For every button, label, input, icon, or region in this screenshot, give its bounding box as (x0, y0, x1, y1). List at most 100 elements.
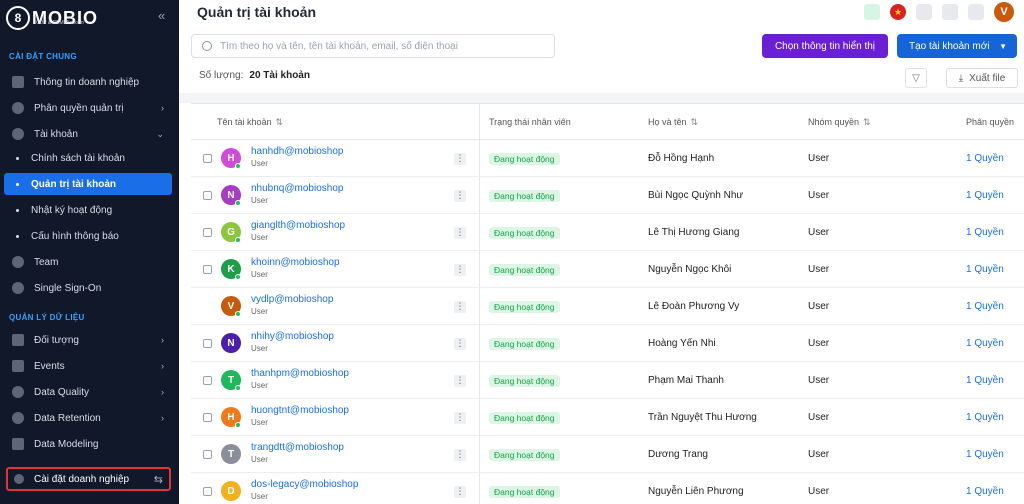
permission-link[interactable]: 1 Quyền (966, 227, 1004, 238)
row-checkbox[interactable] (203, 413, 212, 422)
sidebar-item-admin-roles[interactable]: Phân quyền quản trị › (4, 97, 172, 119)
full-name: Lê Đoàn Phương Vy (648, 301, 740, 312)
sidebar-item-objects[interactable]: Đối tượng › (4, 329, 172, 351)
username-link[interactable]: nhihy@mobioshop (251, 331, 334, 342)
username-link[interactable]: thanhpm@mobioshop (251, 368, 349, 379)
table-row[interactable]: H huongtnt@mobioshop User ⋮ Đang hoạt độ… (191, 399, 1024, 436)
sidebar-item-data-retention[interactable]: Data Retention › (4, 407, 172, 429)
table-row[interactable]: G gianglth@mobioshop User ⋮ Đang hoạt độ… (191, 214, 1024, 251)
row-checkbox[interactable] (203, 154, 212, 163)
table-row[interactable]: D dos-legacy@mobioshop User ⋮ Đang hoạt … (191, 473, 1024, 504)
sidebar-subitem-notify-config[interactable]: Cấu hình thông báo (4, 225, 172, 247)
table-row[interactable]: N nhihy@mobioshop User ⋮ Đang hoạt động … (191, 325, 1024, 362)
permission-link[interactable]: 1 Quyền (966, 338, 1004, 349)
chevron-right-icon: › (161, 413, 164, 423)
book-icon[interactable] (916, 4, 932, 20)
logo-icon: 8 (6, 6, 30, 30)
permission-link[interactable]: 1 Quyền (966, 412, 1004, 423)
user-role: User (251, 159, 268, 168)
column-group[interactable]: Nhóm quyền ⇅ (808, 117, 871, 128)
table-row[interactable]: H hanhdh@mobioshop User ⋮ Đang hoạt động… (191, 140, 1024, 177)
row-checkbox[interactable] (203, 191, 212, 200)
row-checkbox[interactable] (203, 376, 212, 385)
row-checkbox[interactable] (203, 265, 212, 274)
username-link[interactable]: huongtnt@mobioshop (251, 405, 349, 416)
user-avatar[interactable]: V (994, 2, 1014, 22)
username-link[interactable]: trangdtt@mobioshop (251, 442, 344, 453)
database-icon (12, 334, 24, 346)
full-name: Trần Nguyệt Thu Hương (648, 412, 757, 423)
logo[interactable]: 8 MOBIO (6, 6, 98, 30)
more-options-icon[interactable]: ⋮ (454, 375, 466, 387)
row-checkbox[interactable] (203, 450, 212, 459)
more-options-icon[interactable]: ⋮ (454, 338, 466, 350)
username-link[interactable]: dos-legacy@mobioshop (251, 479, 358, 490)
more-options-icon[interactable]: ⋮ (454, 486, 466, 498)
user-role: User (251, 233, 268, 242)
chevron-right-icon: › (161, 387, 164, 397)
permission-link[interactable]: 1 Quyền (966, 264, 1004, 275)
permission-link[interactable]: 1 Quyền (966, 449, 1004, 460)
permission-link[interactable]: 1 Quyền (966, 301, 1004, 312)
create-account-button[interactable]: Tạo tài khoản mới ▼ (897, 34, 1017, 58)
table-row[interactable]: T trangdtt@mobioshop User ⋮ Đang hoạt độ… (191, 436, 1024, 473)
sidebar-subitem-account-admin[interactable]: Quản trị tài khoản (4, 173, 172, 195)
column-permission: Phân quyền (966, 117, 1015, 127)
sidebar-item-label: Data Quality (34, 386, 90, 398)
more-options-icon[interactable]: ⋮ (454, 153, 466, 165)
more-options-icon[interactable]: ⋮ (454, 412, 466, 424)
help-icon[interactable] (942, 4, 958, 20)
retention-icon (12, 412, 24, 424)
company-settings-switch[interactable]: Cài đặt doanh nghiệp ⇆ (6, 467, 171, 491)
table-row[interactable]: N nhubnq@mobioshop User ⋮ Đang hoạt động… (191, 177, 1024, 214)
username-link[interactable]: hanhdh@mobioshop (251, 146, 343, 157)
user-role: User (251, 381, 268, 390)
more-options-icon[interactable]: ⋮ (454, 449, 466, 461)
username-link[interactable]: khoinn@mobioshop (251, 257, 340, 268)
permission-group: User (808, 412, 830, 423)
sidebar-item-label: Quản trị tài khoản (31, 178, 117, 190)
filter-button[interactable]: ▽ (905, 68, 927, 88)
username-link[interactable]: vydlp@mobioshop (251, 294, 333, 305)
sidebar-item-data-quality[interactable]: Data Quality › (4, 381, 172, 403)
permission-link[interactable]: 1 Quyền (966, 190, 1004, 201)
table-row[interactable]: T thanhpm@mobioshop User ⋮ Đang hoạt độn… (191, 362, 1024, 399)
permission-link[interactable]: 1 Quyền (966, 375, 1004, 386)
table-row[interactable]: K khoinn@mobioshop User ⋮ Đang hoạt động… (191, 251, 1024, 288)
sidebar-subitem-activity-log[interactable]: Nhật ký hoạt động (4, 199, 172, 221)
collapse-sidebar-icon[interactable]: « (158, 8, 165, 23)
app-switch-icon[interactable] (864, 4, 880, 20)
sidebar: 8 MOBIO CDP & CEM Platform « CÀI ĐẶT CHU… (0, 0, 179, 504)
choose-display-button[interactable]: Chọn thông tin hiển thị (762, 34, 888, 58)
row-checkbox[interactable] (203, 487, 212, 496)
username-link[interactable]: gianglth@mobioshop (251, 220, 345, 231)
user-icon (12, 128, 24, 140)
search-input[interactable] (220, 40, 540, 52)
row-checkbox[interactable] (203, 339, 212, 348)
column-fullname[interactable]: Họ và tên ⇅ (648, 117, 698, 128)
status-badge: Đang hoạt động (489, 412, 560, 424)
sidebar-item-account[interactable]: Tài khoản ⌄ (4, 123, 172, 145)
permission-link[interactable]: 1 Quyền (966, 153, 1004, 164)
permission-link[interactable]: 1 Quyền (966, 486, 1004, 497)
sidebar-item-events[interactable]: Events › (4, 355, 172, 377)
sidebar-item-label: Nhật ký hoạt động (31, 204, 113, 216)
table-row[interactable]: V vydlp@mobioshop User ⋮ Đang hoạt động … (191, 288, 1024, 325)
bell-icon[interactable] (968, 4, 984, 20)
sidebar-subitem-account-policy[interactable]: Chính sách tài khoản (4, 147, 172, 169)
vietnam-flag-icon[interactable]: ★ (890, 4, 906, 20)
sidebar-item-sso[interactable]: Single Sign-On (4, 277, 172, 299)
row-checkbox[interactable] (203, 228, 212, 237)
team-icon (12, 256, 24, 268)
status-badge: Đang hoạt động (489, 486, 560, 498)
sidebar-item-data-modeling[interactable]: Data Modeling (4, 433, 172, 455)
sidebar-item-team[interactable]: Team (4, 251, 172, 273)
more-options-icon[interactable]: ⋮ (454, 227, 466, 239)
column-account[interactable]: Tên tài khoản ⇅ (217, 117, 283, 128)
more-options-icon[interactable]: ⋮ (454, 264, 466, 276)
more-options-icon[interactable]: ⋮ (454, 190, 466, 202)
more-options-icon[interactable]: ⋮ (454, 301, 466, 313)
export-button[interactable]: ⤓ Xuất file (946, 68, 1018, 88)
sidebar-item-company-info[interactable]: Thông tin doanh nghiệp (4, 71, 172, 93)
username-link[interactable]: nhubnq@mobioshop (251, 183, 343, 194)
